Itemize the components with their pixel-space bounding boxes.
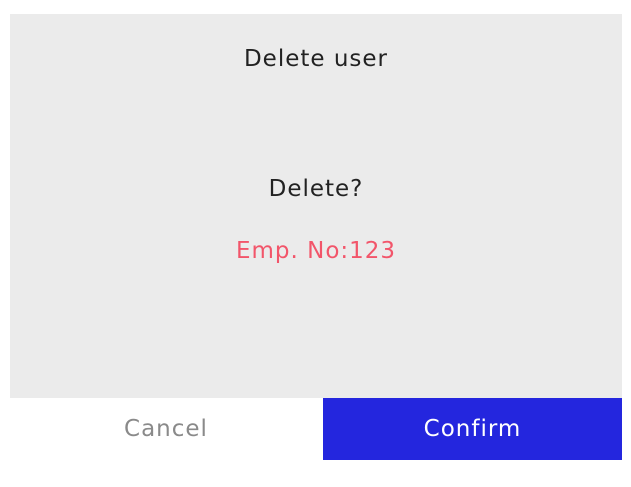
dialog-body: Delete user Delete? Emp. No:123	[10, 14, 622, 398]
cancel-button[interactable]: Cancel	[10, 398, 322, 460]
confirm-button[interactable]: Confirm	[323, 398, 622, 460]
employee-number-label: Emp. No:123	[235, 238, 397, 264]
confirmation-question: Delete?	[268, 176, 364, 202]
dialog-title: Delete user	[243, 46, 389, 72]
delete-user-dialog: Delete user Delete? Emp. No:123 Cancel C…	[10, 14, 622, 460]
